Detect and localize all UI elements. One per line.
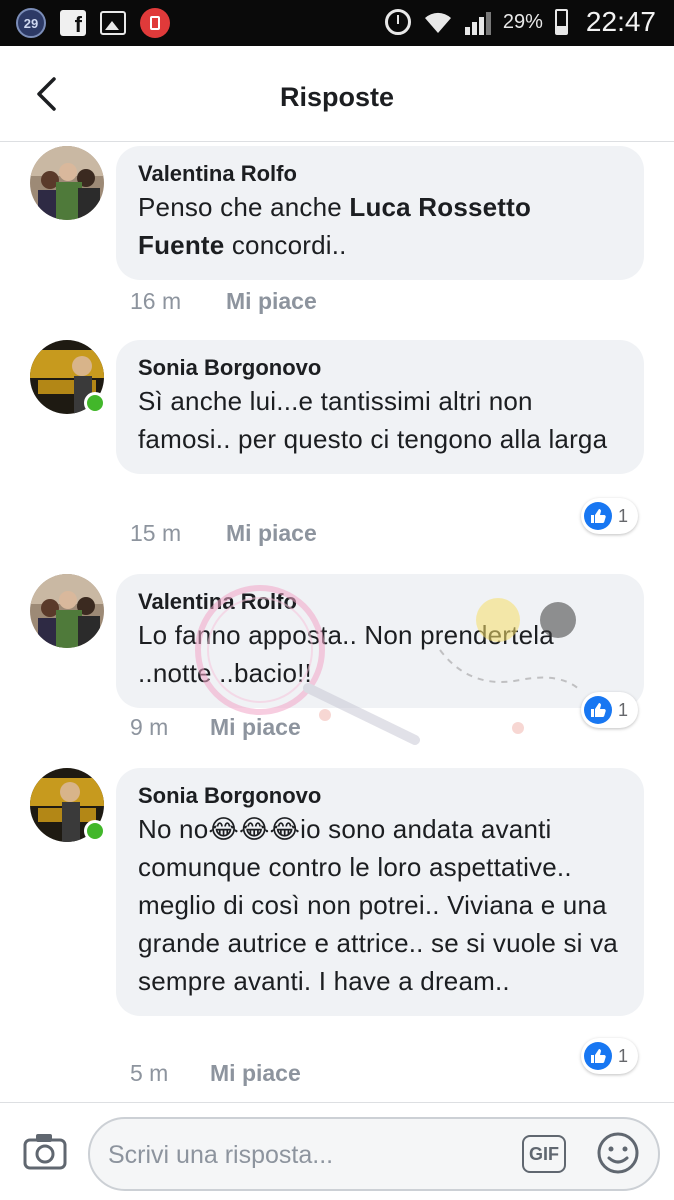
- facebook-icon: f: [60, 10, 86, 36]
- online-status-indicator: [84, 392, 106, 414]
- reaction-count[interactable]: 1: [580, 692, 638, 728]
- comment-time: 15 m: [130, 520, 182, 546]
- gallery-icon: [100, 11, 126, 35]
- comment-author[interactable]: Sonia Borgonovo: [138, 354, 622, 382]
- mention-link[interactable]: Luca Rossetto: [349, 192, 531, 222]
- signal-icon: [464, 9, 491, 35]
- header: Risposte: [0, 46, 674, 142]
- battery-percent: 29%: [502, 10, 543, 33]
- like-button[interactable]: Mi piace: [226, 288, 317, 315]
- recorder-icon: [140, 8, 170, 38]
- reaction-number: 1: [617, 505, 628, 526]
- comment-meta: 9 m Mi piace: [130, 714, 301, 741]
- reply-input-container: GIF: [88, 1117, 660, 1191]
- comment-bubble: Valentina Rolfo Lo fanno apposta.. Non p…: [116, 574, 644, 708]
- comment-bubble: Sonia Borgonovo No no😂😂😂io sono andata a…: [116, 768, 644, 1016]
- comment-time: 9 m: [130, 714, 169, 740]
- reaction-count[interactable]: 1: [580, 498, 638, 534]
- like-button[interactable]: Mi piace: [210, 714, 301, 741]
- comment-meta: 5 m Mi piace: [130, 1060, 301, 1087]
- reaction-number: 1: [617, 1045, 628, 1066]
- avatar[interactable]: [30, 146, 104, 220]
- online-status-indicator: [84, 820, 106, 842]
- thumbs-up-icon: [583, 696, 612, 724]
- comment-text: No no😂😂😂io sono andata avanti comunque c…: [138, 814, 618, 996]
- thumbs-up-icon: [583, 502, 612, 530]
- comment-text: Sì anche lui...e tantissimi altri non fa…: [138, 386, 608, 454]
- comment-text: Penso che anche Luca Rossetto Fuente con…: [138, 192, 532, 260]
- comment-bubble: Valentina Rolfo Penso che anche Luca Ros…: [116, 146, 644, 280]
- comment-text: Lo fanno apposta.. Non prendertela ..not…: [138, 620, 554, 688]
- wifi-icon: [424, 12, 451, 33]
- reply-composer: GIF: [0, 1102, 674, 1200]
- reply-input[interactable]: [108, 1135, 508, 1175]
- comment-list: Valentina Rolfo Penso che anche Luca Ros…: [0, 142, 674, 1102]
- comment-time: 5 m: [130, 1060, 169, 1086]
- comment-author[interactable]: Valentina Rolfo: [138, 160, 622, 188]
- reaction-count[interactable]: 1: [580, 1038, 638, 1074]
- camera-icon[interactable]: [22, 1131, 68, 1171]
- mention-link[interactable]: Fuente: [138, 230, 224, 260]
- comment-author[interactable]: Valentina Rolfo: [138, 588, 584, 616]
- thumbs-up-icon: [583, 1042, 612, 1070]
- reaction-number: 1: [617, 699, 628, 720]
- status-bar: 29 f 29% 22:47: [0, 0, 674, 46]
- comment-author[interactable]: Sonia Borgonovo: [138, 782, 622, 810]
- clock: 22:47: [585, 6, 656, 37]
- emoji-icon[interactable]: [596, 1131, 640, 1175]
- notification-badge-icon: 29: [16, 8, 46, 38]
- comment-meta: 16 m Mi piace: [130, 288, 317, 315]
- battery-icon: [554, 9, 568, 35]
- like-button[interactable]: Mi piace: [226, 520, 317, 547]
- alarm-icon: [384, 9, 411, 35]
- comment-time: 16 m: [130, 288, 182, 314]
- like-button[interactable]: Mi piace: [210, 1060, 301, 1087]
- avatar[interactable]: [30, 574, 104, 648]
- comment-meta: 15 m Mi piace: [130, 520, 317, 547]
- comment-bubble: Sonia Borgonovo Sì anche lui...e tantiss…: [116, 340, 644, 474]
- page-title: Risposte: [279, 82, 395, 112]
- gif-button[interactable]: GIF: [522, 1135, 566, 1173]
